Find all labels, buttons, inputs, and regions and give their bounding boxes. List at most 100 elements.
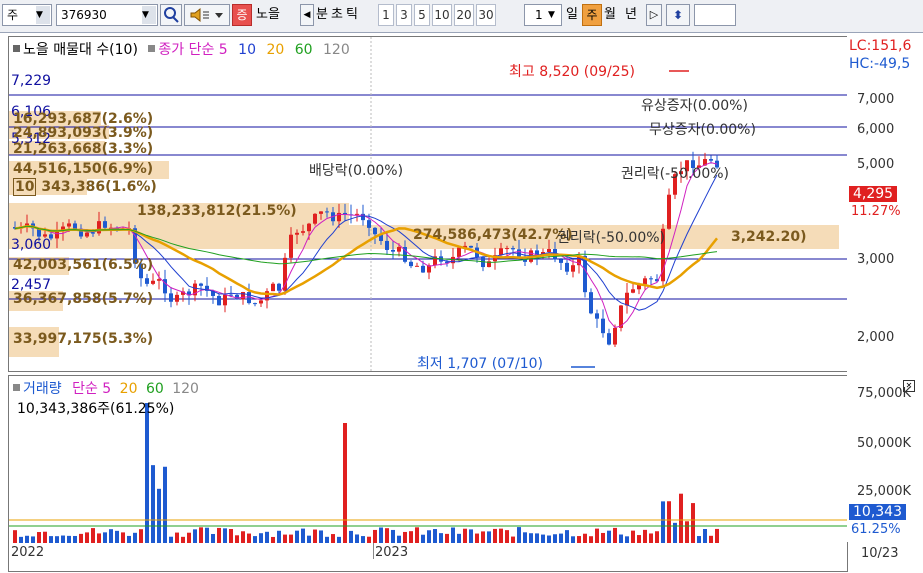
bonus-annotation: 무상증자(0.00%) — [649, 122, 756, 138]
price-legend: 노을 매물대 수(10) 종가 단순 5 10 20 60 120 — [13, 39, 350, 59]
volume-bar — [289, 534, 293, 543]
period-minute[interactable]: 분 — [316, 4, 328, 26]
volume-bar — [361, 536, 365, 543]
volume-bar — [127, 535, 131, 543]
volume-bar — [691, 503, 695, 543]
profile-label: 138,233,812(21.5%) — [137, 203, 297, 219]
volume-bar — [157, 488, 161, 543]
volume-bar — [457, 533, 461, 543]
search-button[interactable] — [160, 4, 182, 26]
period-week[interactable]: 주 — [582, 4, 602, 26]
period-5[interactable]: 5 — [414, 4, 430, 26]
volume-bar — [601, 532, 605, 543]
volume-bar — [229, 529, 233, 543]
volume-legend-ma120: 120 — [172, 381, 199, 397]
vol-tick-25000: 25,000K — [857, 484, 912, 499]
interval-select[interactable]: 1 ▼ — [524, 4, 562, 26]
candle-body — [253, 303, 257, 305]
period-3[interactable]: 3 — [396, 4, 412, 26]
volume-bar — [553, 534, 557, 543]
candle-body — [571, 265, 575, 272]
period-day[interactable]: 일 — [566, 4, 578, 26]
volume-bar — [55, 536, 59, 543]
volume-bar — [379, 527, 383, 543]
period-1[interactable]: 1 — [378, 4, 394, 26]
volume-bar — [163, 466, 167, 543]
candle-body — [325, 211, 329, 213]
current-vol-pct: 61.25% — [851, 522, 901, 537]
volume-chart-panel[interactable]: 거래량 단순 5 20 60 120 10,343,386주(61.25%) — [8, 375, 848, 544]
volume-legend-label: 거래량 — [23, 381, 62, 397]
period-second[interactable]: 초 — [331, 4, 343, 26]
candle-body — [97, 221, 101, 234]
y-tick-5000: 5,000 — [857, 157, 895, 172]
volume-bar — [523, 532, 527, 543]
volume-bar — [187, 532, 191, 543]
candle-body — [55, 231, 59, 239]
period-tick[interactable]: 틱 — [346, 4, 358, 26]
y-tick-6000: 6,000 — [857, 122, 895, 137]
badge-jeung: 증 — [232, 4, 252, 26]
candle-body — [157, 279, 161, 281]
candle-body — [283, 257, 287, 291]
candle-body — [415, 265, 419, 267]
candle-body — [421, 265, 425, 273]
volume-legend-ma60: 60 — [145, 381, 164, 397]
x-label-2022: 2022 — [11, 545, 45, 560]
blank-input[interactable] — [694, 4, 736, 26]
volume-bar — [517, 527, 521, 543]
candle-body — [199, 283, 203, 286]
volume-bar — [709, 535, 713, 543]
volume-bar — [685, 521, 689, 543]
price-chart-panel[interactable]: 노을 매물대 수(10) 종가 단순 5 10 20 60 120 7,229 … — [8, 36, 848, 372]
candle-body — [145, 278, 149, 284]
profile-label: 21,263,668(3.3%) — [13, 141, 154, 157]
volume-bar — [115, 530, 119, 543]
profile-label: 44,516,150(6.9%) — [13, 161, 154, 177]
profile-label: 24,893,093(3.9%) — [13, 125, 154, 141]
period-next-button[interactable]: ▷ — [646, 4, 662, 26]
sound-button[interactable] — [184, 4, 230, 26]
volume-bar — [391, 529, 395, 543]
volume-bar — [403, 531, 407, 543]
volume-bar — [613, 527, 617, 543]
volume-bar — [481, 531, 485, 543]
period-30[interactable]: 30 — [476, 4, 496, 26]
stock-code-input[interactable]: 376930 ▼ — [56, 4, 158, 26]
chevron-down-icon[interactable]: ▼ — [142, 6, 156, 24]
volume-bar — [373, 529, 377, 543]
volume-bar — [415, 527, 419, 543]
volume-bar — [145, 403, 149, 543]
candle-body — [259, 300, 263, 304]
volume-bar — [655, 531, 659, 543]
current-pct-label: 11.27% — [851, 204, 901, 219]
market-select[interactable]: 주 ▼ — [2, 4, 52, 26]
candle-body — [385, 240, 389, 250]
chevron-down-icon[interactable]: ▼ — [548, 6, 560, 24]
volume-bar — [259, 533, 263, 543]
period-year[interactable]: 년 — [625, 4, 637, 26]
volume-legend-ma20: 20 — [119, 381, 138, 397]
volume-bar — [493, 528, 497, 543]
chevron-down-icon[interactable]: ▼ — [36, 6, 50, 24]
volume-bar — [499, 528, 503, 543]
updown-button[interactable]: ⬍ — [666, 4, 690, 26]
period-month[interactable]: 월 — [604, 4, 616, 26]
volume-bar — [67, 535, 71, 543]
period-10[interactable]: 10 — [432, 4, 452, 26]
volume-bar — [535, 533, 539, 543]
legend-square-icon — [13, 384, 20, 391]
period-20[interactable]: 20 — [454, 4, 474, 26]
volume-bar — [103, 532, 107, 543]
volume-bar — [697, 536, 701, 543]
volume-bar — [217, 527, 221, 543]
candle-body — [319, 211, 323, 214]
volume-bar — [355, 534, 359, 543]
legend-ma10: 10 — [238, 42, 256, 58]
volume-bar — [583, 533, 587, 543]
candle-body — [547, 249, 551, 252]
period-prev-button[interactable]: ◀ — [300, 4, 314, 26]
candle-body — [241, 292, 245, 300]
volume-bar — [715, 528, 719, 543]
expand-icon[interactable]: ✕ — [903, 380, 915, 392]
